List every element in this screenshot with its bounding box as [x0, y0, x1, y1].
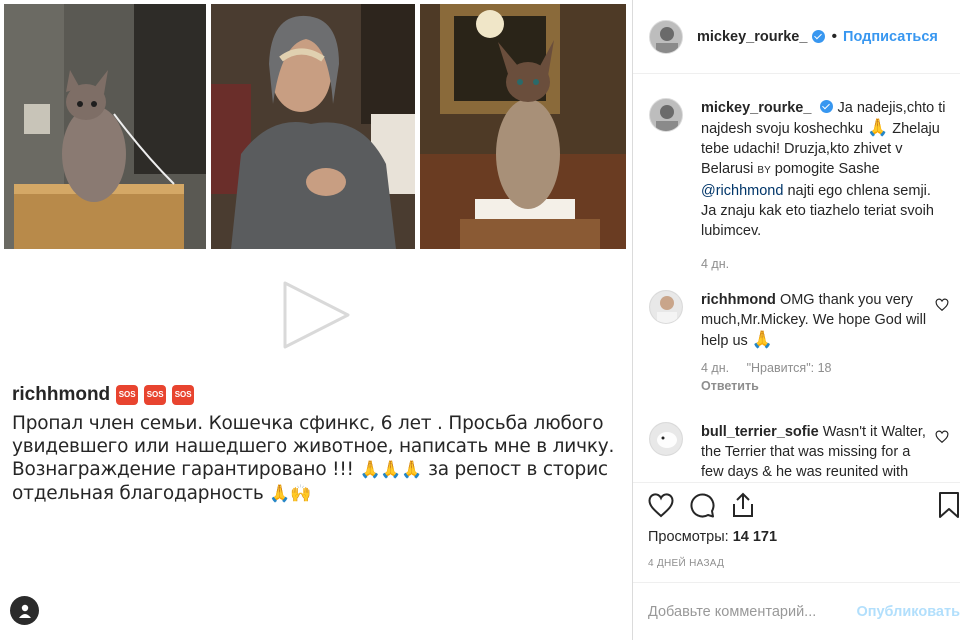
comment-item: bull_terrier_sofie Wasn't it Walter, the… — [649, 422, 949, 482]
comment-username[interactable]: richhmond — [701, 292, 776, 308]
avatar[interactable] — [649, 19, 683, 54]
avatar[interactable] — [649, 422, 683, 456]
caption-text: Пропал член семьи. Кошечка сфинкс, 6 лет… — [12, 412, 622, 506]
comment-username[interactable]: bull_terrier_sofie — [701, 424, 819, 440]
follow-button[interactable]: Подписаться — [843, 29, 938, 45]
user-tag-icon[interactable] — [10, 596, 39, 625]
verified-badge-icon — [820, 100, 834, 113]
post-header: mickey_rourke_ • Подписаться — [633, 0, 960, 74]
comment-bubble-icon[interactable] — [688, 491, 716, 519]
video-caption: richhmond SOS SOS SOS Пропал член семьи.… — [12, 382, 622, 506]
play-icon[interactable] — [282, 279, 352, 351]
avatar[interactable] — [649, 290, 683, 324]
sphynx-cat-photo-2 — [420, 4, 626, 249]
separator-dot: • — [831, 27, 838, 45]
avatar[interactable] — [649, 98, 683, 132]
post-time[interactable]: 4 дн. — [701, 257, 729, 271]
comment-time[interactable]: 4 дн. — [701, 361, 729, 375]
post-actions: Просмотры: 14 171 4 ДНЕЙ НАЗАД — [633, 482, 960, 582]
comment-likes[interactable]: "Нравится": 18 — [747, 361, 832, 375]
praying-hands-icon: 🙏 — [867, 118, 889, 137]
bookmark-icon[interactable] — [936, 491, 960, 519]
views-count: Просмотры: 14 171 — [648, 529, 778, 545]
sos-icon: SOS — [172, 385, 195, 405]
add-comment-bar: Опубликовать — [633, 582, 960, 640]
man-video-frame — [211, 4, 415, 249]
post-timestamp[interactable]: 4 ДНЕЙ НАЗАД — [648, 558, 724, 569]
sos-icon: SOS — [116, 385, 139, 405]
like-comment-heart-icon[interactable] — [935, 430, 949, 444]
post-description: mickey_rourke_ Ja nadejis,chto ti najdes… — [649, 98, 949, 271]
mention-link[interactable]: @richhmond — [701, 183, 783, 199]
post-username[interactable]: mickey_rourke_ — [701, 100, 811, 116]
post-media[interactable]: richhmond SOS SOS SOS Пропал член семьи.… — [0, 0, 632, 640]
publish-button[interactable]: Опубликовать — [856, 604, 960, 620]
praying-hands-icon: 🙏🙏🙏 — [359, 460, 423, 480]
reply-button[interactable]: Ответить — [701, 379, 949, 393]
sos-icon: SOS — [144, 385, 167, 405]
like-comment-heart-icon[interactable] — [935, 298, 949, 312]
praying-hands-icon: 🙏 — [751, 330, 773, 349]
comments-list[interactable]: mickey_rourke_ Ja nadejis,chto ti najdes… — [633, 90, 960, 482]
caption-line: увидевшего или нашедшего животное, напис… — [12, 436, 615, 457]
sphynx-cat-photo-1 — [4, 4, 206, 249]
caption-line: Вознаграждение гарантировано !!! 🙏🙏🙏 за … — [12, 459, 608, 480]
like-heart-icon[interactable] — [647, 491, 675, 519]
belarus-flag-icon: BY — [757, 165, 771, 176]
caption-line: отдельная благодарность 🙏🙌 — [12, 483, 312, 504]
comment-item: richhmond OMG thank you very much,Mr.Mic… — [649, 290, 949, 393]
share-icon[interactable] — [729, 491, 757, 519]
verified-badge-icon — [812, 30, 826, 43]
comment-input[interactable] — [648, 603, 853, 620]
caption-username: richhmond — [12, 384, 111, 405]
post-text: pomogite Sashe — [774, 161, 880, 177]
praying-hands-icon: 🙏🙌 — [269, 484, 312, 504]
post-sidebar: mickey_rourke_ • Подписаться mickey_rour… — [633, 0, 960, 640]
header-username[interactable]: mickey_rourke_ — [697, 29, 807, 45]
caption-line: Пропал член семьи. Кошечка сфинкс, 6 лет… — [12, 413, 604, 434]
